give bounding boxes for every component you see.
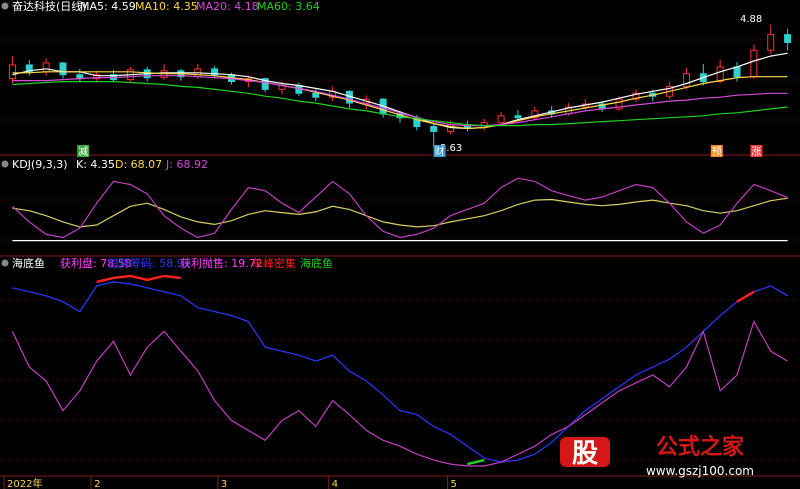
fish-line [467,458,485,466]
candle-down [514,115,522,119]
kdj-d-legend: D: 68.07 [115,158,162,171]
candle-down [733,66,741,78]
fish-panel-header: 海底鱼 获利盘: 78.58 趋势筹码: 58.95 获利抛售: 19.72 单… [1,256,333,270]
fish-legend-fish: 海底鱼 [300,256,333,270]
watermark-logo: 股 公式之家 www.gszj100.com [560,434,754,478]
fish-line [96,274,182,284]
fish-legend-sell: 获利抛售: 19.72 [180,256,263,270]
event-badge-label: 涨 [751,146,761,158]
fish-legend-trend: 趋势筹码: 58.95 [108,256,191,270]
ma10-legend: MA10: 4.35 [135,0,198,13]
candles [8,24,792,148]
main-panel-header: 奋达科技(日线) MA5: 4.59 MA10: 4.35 MA20: 4.18… [1,0,320,13]
ma20-legend: MA20: 4.18 [196,0,259,13]
panel-toggle-icon[interactable] [1,160,9,168]
candle-up [8,64,16,80]
candle-up [750,49,758,78]
watermark-title: 公式之家 [656,434,745,460]
candle-down [784,34,792,43]
time-label: 5 [451,479,457,489]
time-axis-labels: 2022年 2 3 4 5 [3,476,457,489]
event-badge-label: 预 [712,146,722,158]
watermark-url: www.gszj100.com [646,464,754,478]
kdj-line-d [12,197,788,228]
kdj-title: KDJ(9,3,3) [12,158,68,171]
candle-down [59,62,67,76]
time-label: 3 [221,479,227,489]
event-badge-label: 减 [78,146,88,158]
candle-up [767,34,775,51]
kdj-k-legend: K: 4.35 [76,158,115,171]
moving-averages [12,52,788,130]
grid-lines [0,39,800,461]
kdj-lines [11,177,788,242]
panel-toggle-icon[interactable] [1,259,9,267]
candle-down [312,92,320,98]
time-label: 4 [332,479,338,489]
time-label: 2 [94,479,100,489]
kdj-panel-header: KDJ(9,3,3) K: 4.35 D: 68.07 J: 68.92 [1,158,208,171]
main-panel-title: 奋达科技(日线) [12,0,87,13]
event-badge-label: 财 [435,145,445,158]
candle-down [430,126,438,132]
fish-title: 海底鱼 [12,256,45,270]
fish-line [736,290,755,303]
candle-up [716,66,724,83]
stock-chart: 奋达科技(日线) MA5: 4.59 MA10: 4.35 MA20: 4.18… [0,0,800,489]
time-label: 2022年 [7,477,42,489]
ma60-legend: MA60: 3.64 [257,0,320,13]
event-badges: 减财预涨 [77,145,763,158]
high-price-label: 4.88 [740,14,762,25]
candle-up [497,115,505,124]
candle-up [42,62,50,73]
fish-legend-peak: 单峰密集 [252,256,296,270]
panel-toggle-icon[interactable] [1,2,9,10]
ma5-legend: MA5: 4.59 [80,0,136,13]
logo-char: 股 [572,439,598,469]
kdj-j-legend: J: 68.92 [165,158,208,171]
